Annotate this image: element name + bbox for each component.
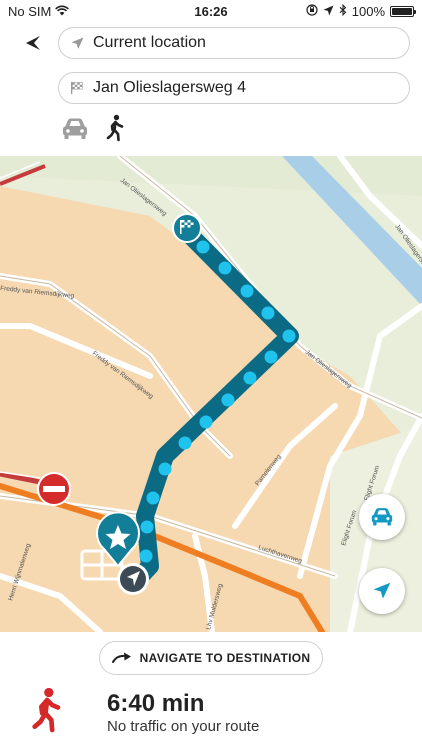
destination-value: Jan Olieslagersweg 4 [93, 79, 246, 96]
car-mode-button[interactable] [359, 494, 405, 540]
street-label: Freddy van Riemsdijkweg [0, 285, 75, 300]
origin-field[interactable]: Current location [58, 27, 410, 59]
route-summary-panel: NAVIGATE TO DESTINATION 6:40 min No traf… [0, 632, 422, 750]
location-arrow-icon [323, 4, 334, 19]
map-view[interactable]: Jan Olieslagersweg Jan Olieslagersweg Fr… [0, 156, 422, 632]
destination-flag-marker[interactable] [172, 213, 202, 243]
walking-person-icon [106, 114, 124, 142]
travel-mode-walk[interactable] [104, 114, 128, 142]
navigate-button-label: NAVIGATE TO DESTINATION [139, 651, 311, 665]
orientation-lock-icon [306, 4, 318, 19]
status-right: 100% [306, 3, 416, 19]
car-icon [63, 118, 87, 139]
origin-value: Current location [93, 34, 206, 51]
current-position-marker [117, 563, 149, 595]
destination-field[interactable]: Jan Olieslagersweg 4 [58, 72, 410, 104]
status-bar: No SIM 16:26 100% [0, 0, 422, 22]
battery-percent: 100% [351, 4, 385, 19]
map-canvas: Jan Olieslagersweg Jan Olieslagersweg Fr… [0, 156, 422, 632]
checkered-flag-icon [69, 80, 85, 96]
location-arrow-icon [69, 35, 85, 51]
battery-icon [390, 6, 416, 17]
navigate-button[interactable]: NAVIGATE TO DESTINATION [99, 641, 323, 675]
back-arrow-icon [26, 36, 40, 50]
no-entry-icon[interactable] [37, 472, 71, 506]
traffic-status: No traffic on your route [107, 718, 260, 735]
recenter-button[interactable] [359, 568, 405, 614]
eta-duration: 6:40 min [107, 690, 205, 717]
street-label: Henri Wijnmalenweg [7, 542, 32, 601]
travel-mode-car[interactable] [60, 116, 90, 142]
car-icon [371, 508, 393, 526]
arrow-right-icon [111, 652, 131, 663]
walking-person-icon [28, 685, 68, 735]
location-arrow-icon [373, 582, 391, 599]
back-button[interactable] [20, 30, 46, 56]
bluetooth-icon [339, 3, 347, 19]
